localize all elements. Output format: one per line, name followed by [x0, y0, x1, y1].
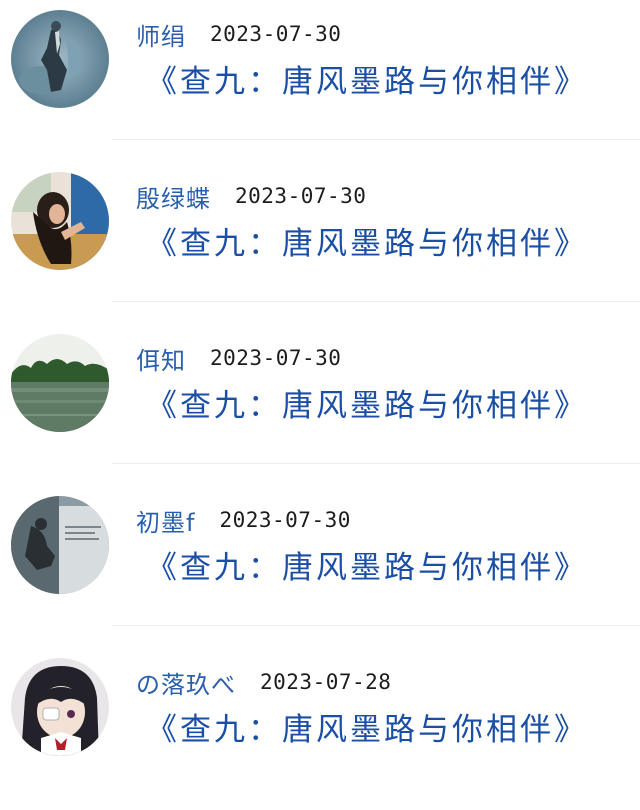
username[interactable]: 初墨f: [136, 503, 195, 538]
list-item[interactable]: 殷绿蝶 2023-07-30 《查九：唐风墨路与你相伴》: [0, 162, 640, 324]
comment-meta: の落玖べ 2023-07-28: [136, 662, 391, 702]
comment-date: 2023-07-28: [260, 670, 392, 694]
girl-photo-avatar[interactable]: [11, 172, 109, 270]
comment-list: 师绢 2023-07-30 《查九：唐风墨路与你相伴》 殷绿蝶 2023-07-…: [0, 0, 640, 759]
comment-meta: 师绢 2023-07-30: [136, 14, 341, 54]
museum-exhibit-avatar[interactable]: [11, 496, 109, 594]
username[interactable]: 殷绿蝶: [136, 179, 211, 214]
divider: [112, 139, 640, 140]
comment-date: 2023-07-30: [210, 22, 342, 46]
comment-date: 2023-07-30: [235, 184, 367, 208]
comment-title[interactable]: 《查九：唐风墨路与你相伴》: [146, 56, 588, 101]
comment-title[interactable]: 《查九：唐风墨路与你相伴》: [146, 542, 588, 587]
list-item[interactable]: 佴知 2023-07-30 《查九：唐风墨路与你相伴》: [0, 324, 640, 486]
comment-meta: 殷绿蝶 2023-07-30: [136, 176, 366, 216]
username[interactable]: の落玖べ: [136, 665, 236, 700]
lake-landscape-avatar[interactable]: [11, 334, 109, 432]
list-item[interactable]: 初墨f 2023-07-30 《查九：唐风墨路与你相伴》: [0, 486, 640, 648]
divider: [112, 463, 640, 464]
list-item[interactable]: 师绢 2023-07-30 《查九：唐风墨路与你相伴》: [0, 0, 640, 162]
list-item[interactable]: の落玖べ 2023-07-28 《查九：唐风墨路与你相伴》: [0, 648, 640, 810]
comment-title[interactable]: 《查九：唐风墨路与你相伴》: [146, 380, 588, 425]
comment-title[interactable]: 《查九：唐风墨路与你相伴》: [146, 218, 588, 263]
comment-title[interactable]: 《查九：唐风墨路与你相伴》: [146, 704, 588, 749]
comment-meta: 初墨f 2023-07-30: [136, 500, 351, 540]
comment-date: 2023-07-30: [210, 346, 342, 370]
username[interactable]: 佴知: [136, 341, 186, 376]
figure-sculpture-avatar[interactable]: [11, 10, 109, 108]
divider: [112, 301, 640, 302]
comment-date: 2023-07-30: [219, 508, 351, 532]
username[interactable]: 师绢: [136, 17, 186, 52]
comment-meta: 佴知 2023-07-30: [136, 338, 341, 378]
divider: [112, 625, 640, 626]
anime-girl-avatar[interactable]: [11, 658, 109, 756]
